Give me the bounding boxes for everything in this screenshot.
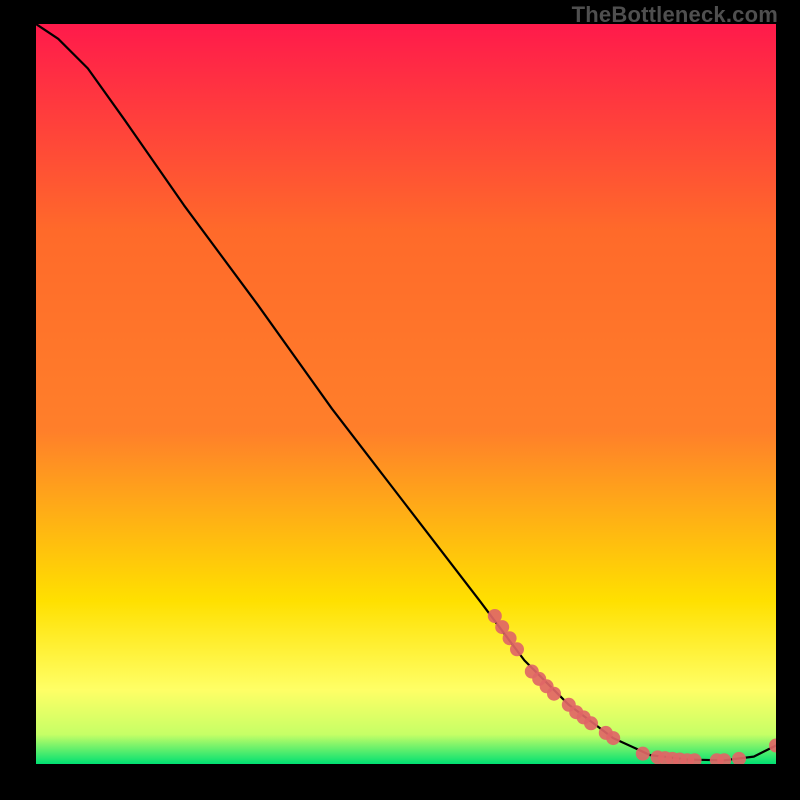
gradient-background: [36, 24, 776, 764]
data-marker: [606, 731, 620, 745]
plot-svg: [36, 24, 776, 764]
data-marker: [584, 716, 598, 730]
data-marker: [547, 687, 561, 701]
plot-area: [36, 24, 776, 764]
data-marker: [510, 642, 524, 656]
data-marker: [636, 747, 650, 761]
chart-container: TheBottleneck.com: [0, 0, 800, 800]
